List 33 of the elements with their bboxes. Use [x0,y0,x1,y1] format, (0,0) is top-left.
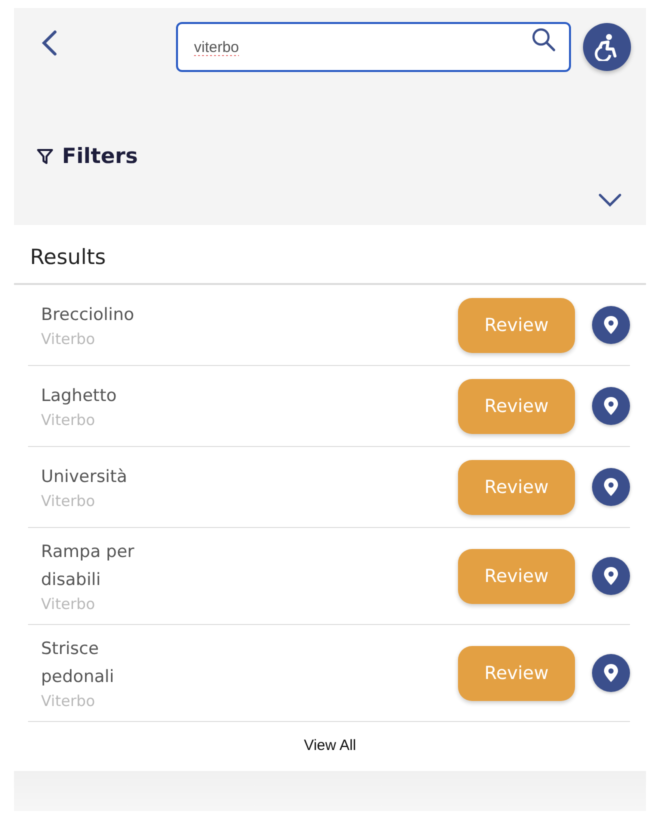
place-city: Viterbo [41,329,96,349]
search-field[interactable]: viterbo [176,22,571,72]
location-button[interactable] [592,468,630,506]
search-icon[interactable] [531,27,557,53]
location-button[interactable] [592,557,630,595]
place-city: Viterbo [41,410,96,430]
place-city: Viterbo [41,691,96,711]
filter-icon [36,147,54,165]
pin-icon [603,396,619,416]
review-button[interactable]: Review [458,460,575,514]
filters-heading: Filters [62,144,138,168]
view-all-link[interactable]: View All [298,736,362,755]
place-name: Università [41,466,128,489]
review-button[interactable]: Review [458,548,575,604]
location-button[interactable] [592,387,630,425]
results-heading: Results [29,244,107,271]
chevron-down-icon[interactable] [598,193,622,207]
accessibility-button[interactable] [583,23,631,71]
location-button[interactable] [592,306,630,344]
pin-icon [603,663,619,683]
place-city: Viterbo [41,594,96,614]
pin-icon [603,477,619,497]
pin-icon [603,315,619,335]
place-name: Laghetto [41,385,118,408]
review-button[interactable]: Review [458,378,575,434]
review-button[interactable]: Review [458,298,575,352]
place-name: Brecciolino [41,304,136,327]
place-name: Rampa per disabili [41,541,136,592]
location-button[interactable] [592,654,630,692]
review-button[interactable]: Review [458,646,575,700]
pin-icon [603,566,619,586]
place-city: Viterbo [41,491,96,511]
place-name: Strisce pedonali [41,638,116,689]
